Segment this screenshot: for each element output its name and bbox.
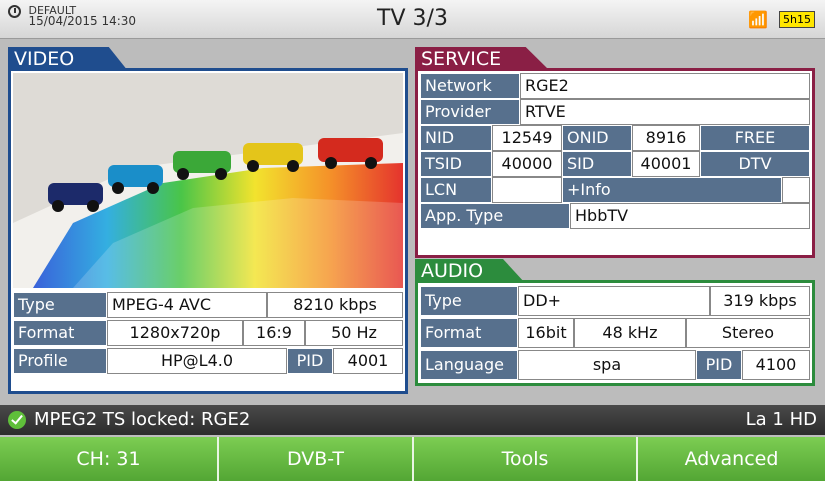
network-label: Network [420, 73, 520, 99]
softkey-bar: CH: 31 DVB-T Tools Advanced [0, 437, 825, 481]
video-type-label: Type [13, 292, 107, 318]
service-apptype-row: App. Type HbbTV [420, 203, 810, 229]
tsid-label: TSID [420, 151, 492, 177]
video-resolution: 1280x720p [107, 320, 243, 346]
standard-softkey[interactable]: DVB-T [219, 437, 414, 481]
provider-label: Provider [420, 99, 520, 125]
lcn-value [492, 177, 562, 203]
top-bar: DEFAULT 15/04/2015 14:30 TV 3/3 📶 5h15 [0, 0, 825, 39]
audio-bitrate: 319 kbps [710, 286, 810, 316]
advanced-softkey[interactable]: Advanced [638, 437, 825, 481]
more-info-checkbox[interactable] [782, 177, 810, 203]
audio-language-label: Language [420, 350, 518, 380]
network-value: RGE2 [520, 73, 810, 99]
video-frequency: 50 Hz [305, 320, 403, 346]
lock-status-message: MPEG2 TS locked: RGE2 [34, 409, 251, 430]
video-thumbnail-art [13, 73, 403, 288]
sid-value: 40001 [632, 151, 700, 177]
onid-label: ONID [562, 125, 632, 151]
video-panel: Type MPEG-4 AVC 8210 kbps Format 1280x72… [8, 68, 408, 394]
audio-format-row: Format 16bit 48 kHz Stereo [420, 318, 810, 348]
check-icon [8, 411, 26, 429]
audio-pid-value: 4100 [742, 350, 810, 380]
service-panel: Network RGE2 Provider RTVE NID 12549 ONI… [415, 68, 815, 258]
audio-type-row: Type DD+ 319 kbps [420, 286, 810, 316]
audio-type-value: DD+ [518, 286, 710, 316]
scrambling-status: FREE [700, 125, 810, 151]
channel-softkey[interactable]: CH: 31 [0, 437, 219, 481]
video-bitrate: 8210 kbps [267, 292, 403, 318]
video-format-label: Format [13, 320, 107, 346]
channel-name: La 1 HD [745, 409, 817, 430]
video-format-row: Format 1280x720p 16:9 50 Hz [13, 320, 403, 346]
video-aspect: 16:9 [243, 320, 305, 346]
audio-bits: 16bit [518, 318, 574, 348]
nid-value: 12549 [492, 125, 562, 151]
sid-label: SID [562, 151, 632, 177]
provider-value: RTVE [520, 99, 810, 125]
nid-label: NID [420, 125, 492, 151]
onid-value: 8916 [632, 125, 700, 151]
service-nid-row: NID 12549 ONID 8916 FREE [420, 125, 810, 151]
more-info-button[interactable]: +Info [562, 177, 782, 203]
video-pid-label: PID [287, 348, 333, 374]
audio-language-row: Language spa PID 4100 [420, 350, 810, 380]
status-bar: MPEG2 TS locked: RGE2 La 1 HD [0, 405, 825, 435]
audio-pid-label: PID [696, 350, 742, 380]
service-network-row: Network RGE2 [420, 73, 810, 99]
audio-mode: Stereo [686, 318, 810, 348]
audio-format-label: Format [420, 318, 518, 348]
service-provider-row: Provider RTVE [420, 99, 810, 125]
tsid-value: 40000 [492, 151, 562, 177]
screen-title: TV 3/3 [377, 6, 448, 31]
audio-rate: 48 kHz [574, 318, 686, 348]
service-lcn-row: LCN +Info [420, 177, 810, 203]
main-area: VIDEO Type MPEG-4 AVC 8210 kbps Format 1… [0, 39, 825, 405]
video-type-row: Type MPEG-4 AVC 8210 kbps [13, 292, 403, 318]
audio-language-value: spa [518, 350, 696, 380]
video-profile-label: Profile [13, 348, 107, 374]
video-profile-row: Profile HP@L4.0 PID 4001 [13, 348, 403, 374]
antenna-icon: 📶 [748, 10, 768, 29]
lcn-label: LCN [420, 177, 492, 203]
video-type-value: MPEG-4 AVC [107, 292, 267, 318]
apptype-value: HbbTV [570, 203, 810, 229]
service-type: DTV [700, 151, 810, 177]
video-profile-value: HP@L4.0 [107, 348, 287, 374]
video-preview-image [13, 73, 403, 288]
apptype-label: App. Type [420, 203, 570, 229]
battery-indicator: 5h15 [779, 11, 815, 28]
audio-panel: Type DD+ 319 kbps Format 16bit 48 kHz St… [415, 280, 815, 386]
video-pid-value: 4001 [333, 348, 403, 374]
audio-type-label: Type [420, 286, 518, 316]
tools-softkey[interactable]: Tools [414, 437, 638, 481]
service-tsid-row: TSID 40000 SID 40001 DTV [420, 151, 810, 177]
